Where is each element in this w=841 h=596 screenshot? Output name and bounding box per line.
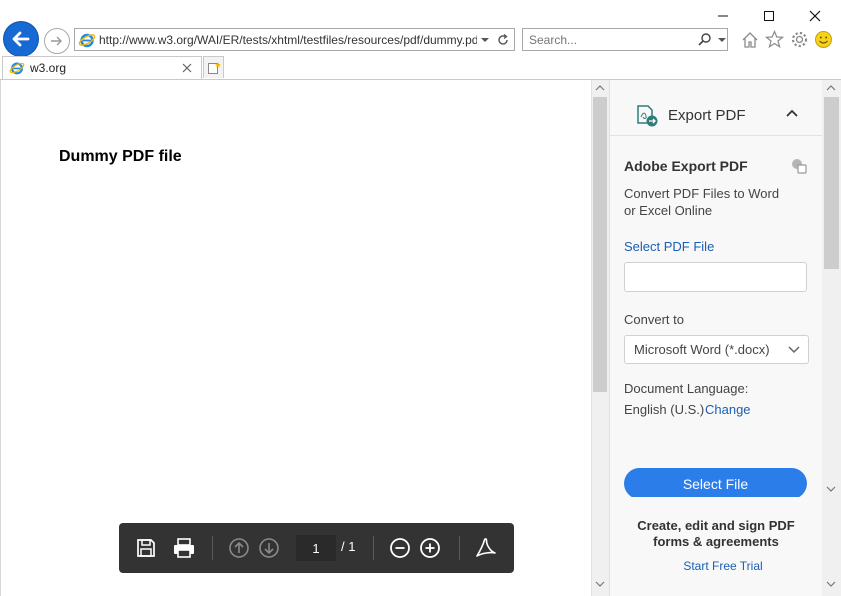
minimize-button[interactable] [700, 2, 746, 30]
pdf-toolbar: 1 / 1 [119, 523, 514, 573]
description-line2: or Excel Online [624, 203, 713, 218]
tab-ie-logo-icon [9, 62, 25, 75]
previous-page-button[interactable] [225, 523, 253, 573]
page-number-input[interactable]: 1 [296, 535, 336, 561]
save-button[interactable] [131, 523, 161, 573]
arrow-down-icon [259, 538, 279, 558]
convert-format-select[interactable]: Microsoft Word (*.docx) [624, 335, 809, 364]
zoom-in-button[interactable] [416, 523, 444, 573]
panel-scroll-down-icon[interactable] [826, 485, 836, 493]
back-arrow-icon [12, 31, 30, 47]
panel-scrollbar-thumb[interactable] [824, 97, 839, 269]
search-box[interactable] [522, 28, 728, 51]
print-icon [174, 538, 194, 558]
convert-format-value: Microsoft Word (*.docx) [634, 342, 770, 357]
zoom-in-icon [420, 538, 440, 558]
description-line1: Convert PDF Files to Word [624, 186, 780, 201]
smiley-icon[interactable] [814, 30, 833, 49]
pdf-file-field[interactable] [624, 262, 807, 292]
home-icon[interactable] [741, 31, 759, 49]
print-button[interactable] [169, 523, 199, 573]
window-scroll-down-icon[interactable] [826, 580, 836, 588]
arrow-up-icon [229, 538, 249, 558]
panel-scroll-up-icon[interactable] [826, 84, 836, 92]
toolbar-separator [212, 536, 213, 560]
search-icon[interactable] [697, 32, 713, 48]
refresh-icon[interactable] [496, 33, 510, 47]
gear-icon[interactable] [790, 30, 809, 49]
tab-close-icon[interactable] [182, 63, 192, 73]
doc-language-value: English (U.S.) [624, 402, 705, 417]
address-bar[interactable]: http://www.w3.org/WAI/ER/tests/xhtml/tes… [74, 28, 515, 51]
toolbar-separator [373, 536, 374, 560]
toolbar-separator [459, 536, 460, 560]
zoom-out-button[interactable] [386, 523, 414, 573]
chevron-up-icon[interactable] [785, 108, 799, 118]
acrobat-button[interactable] [471, 523, 501, 573]
select-file-button[interactable]: Select File [624, 468, 807, 499]
tab-title: w3.org [30, 61, 67, 75]
select-pdf-link[interactable]: Select PDF File [624, 239, 714, 254]
doc-language-label: Document Language: [624, 381, 749, 396]
browser-tab[interactable]: w3.org [2, 56, 202, 79]
chevron-down-icon [788, 345, 800, 353]
page-total: / 1 [341, 539, 356, 554]
close-window-button[interactable] [792, 2, 838, 30]
minimize-icon [718, 15, 728, 17]
close-icon [809, 10, 821, 22]
forward-button[interactable] [44, 28, 70, 54]
new-tab-icon [207, 61, 221, 74]
new-tab-button[interactable] [203, 56, 224, 78]
save-icon [137, 539, 155, 557]
ie-logo-icon [78, 33, 96, 47]
address-text[interactable]: http://www.w3.org/WAI/ER/tests/xhtml/tes… [99, 33, 477, 47]
search-dropdown-icon[interactable] [717, 35, 727, 45]
copy-icon[interactable] [790, 157, 808, 175]
document-scrollbar-thumb[interactable] [593, 97, 607, 392]
acrobat-icon [476, 538, 496, 557]
scroll-down-icon[interactable] [595, 580, 605, 588]
search-input[interactable] [529, 32, 689, 47]
document-title: Dummy PDF file [59, 148, 182, 165]
back-button[interactable] [4, 22, 38, 56]
zoom-out-icon [390, 538, 410, 558]
export-pdf-icon [637, 105, 658, 127]
dropdown-icon[interactable] [480, 35, 490, 45]
section-title: Adobe Export PDF [624, 158, 748, 174]
next-page-button[interactable] [255, 523, 283, 573]
promo-line2: forms & agreements [653, 534, 779, 549]
export-panel-title: Export PDF [668, 107, 746, 124]
forward-arrow-icon [51, 36, 62, 46]
maximize-button[interactable] [746, 2, 792, 30]
scroll-up-icon[interactable] [595, 84, 605, 92]
maximize-icon [764, 11, 774, 21]
start-free-trial-link[interactable]: Start Free Trial [610, 559, 836, 573]
change-language-link[interactable]: Change [705, 402, 751, 417]
star-icon[interactable] [765, 30, 784, 49]
promo-line1: Create, edit and sign PDF [637, 518, 795, 533]
convert-to-label: Convert to [624, 312, 684, 327]
